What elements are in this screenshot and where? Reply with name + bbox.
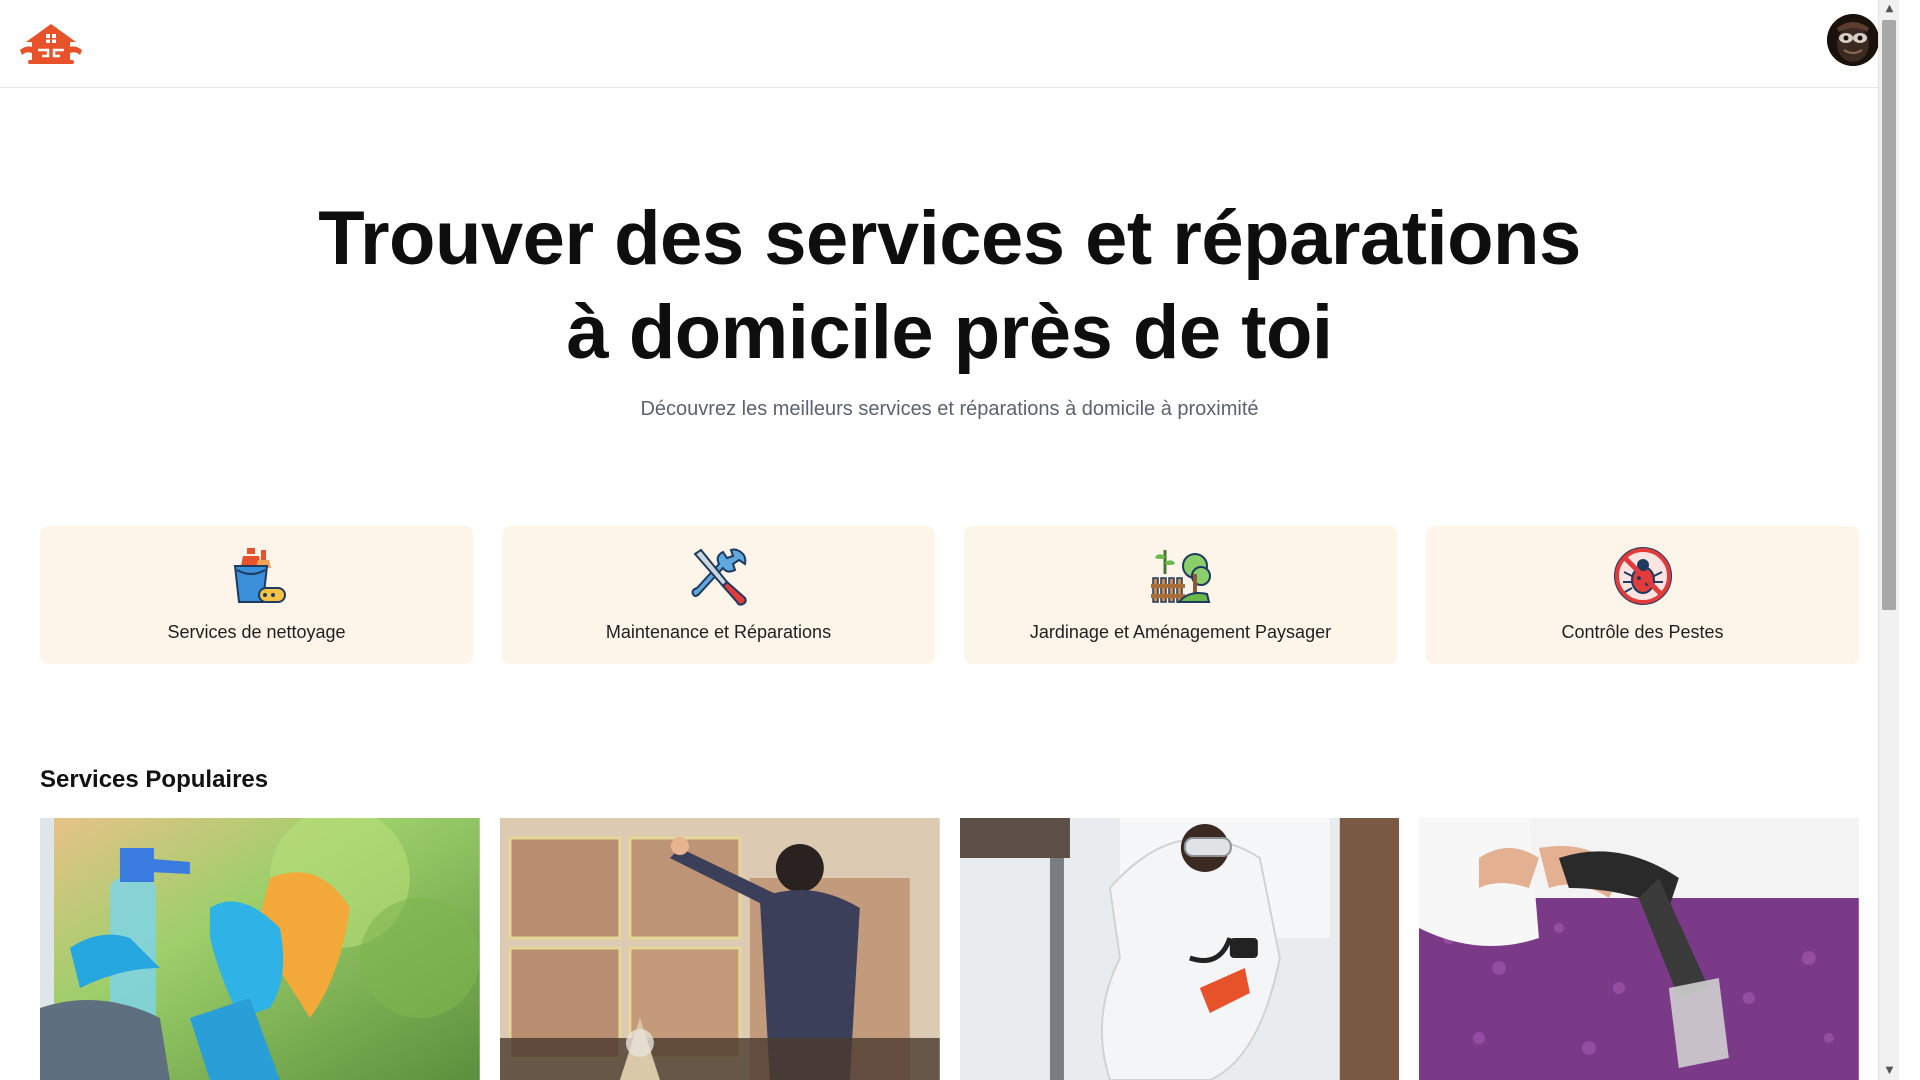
category-label: Jardinage et Aménagement Paysager xyxy=(1029,622,1332,642)
no-bug-icon xyxy=(1613,547,1672,605)
page: Trouver des services et réparations à do… xyxy=(0,0,1899,1080)
carpet-cleaning-photo[interactable] xyxy=(1419,818,1859,1080)
category-label: Contrôle des Pestes xyxy=(1561,622,1724,642)
hero-title-line-2: à domicile près de toi xyxy=(566,290,1333,375)
hero-title-line-1: Trouver des services et réparations xyxy=(318,196,1581,281)
house-logo-icon[interactable] xyxy=(18,20,84,68)
category-pest-control[interactable]: Contrôle des Pestes xyxy=(1426,526,1859,664)
scroll-up-arrow-icon[interactable]: ▲ xyxy=(1879,0,1899,18)
hero-title: Trouver des services et réparations à do… xyxy=(0,192,1899,380)
pest-control-photo[interactable] xyxy=(959,818,1400,1080)
category-label: Maintenance et Réparations xyxy=(605,622,832,642)
window-cleaning-photo[interactable] xyxy=(40,818,480,1080)
category-list: Services de nettoyage Maintenance et Rép… xyxy=(40,526,1859,664)
wrench-screwdriver-icon xyxy=(691,548,747,606)
popular-services-title: Services Populaires xyxy=(40,766,269,793)
hero-subtitle: Découvrez les meilleurs services et répa… xyxy=(640,398,1259,420)
popular-services-list xyxy=(40,818,1859,1080)
category-label: Services de nettoyage xyxy=(167,622,346,642)
garden-trees-icon xyxy=(1150,550,1211,603)
category-maintenance[interactable]: Maintenance et Réparations xyxy=(502,526,935,664)
scrollbar-thumb[interactable] xyxy=(1882,20,1896,610)
user-avatar[interactable] xyxy=(1827,14,1879,66)
page-scrollbar[interactable]: ▲ ▼ xyxy=(1878,0,1899,1080)
category-gardening[interactable]: Jardinage et Aménagement Paysager xyxy=(964,526,1397,664)
category-cleaning[interactable]: Services de nettoyage xyxy=(40,526,473,664)
scroll-down-arrow-icon[interactable]: ▼ xyxy=(1879,1062,1899,1080)
top-navbar xyxy=(0,0,1899,88)
cleaning-supplies-icon xyxy=(233,548,286,603)
wall-repair-photo[interactable] xyxy=(499,818,940,1080)
